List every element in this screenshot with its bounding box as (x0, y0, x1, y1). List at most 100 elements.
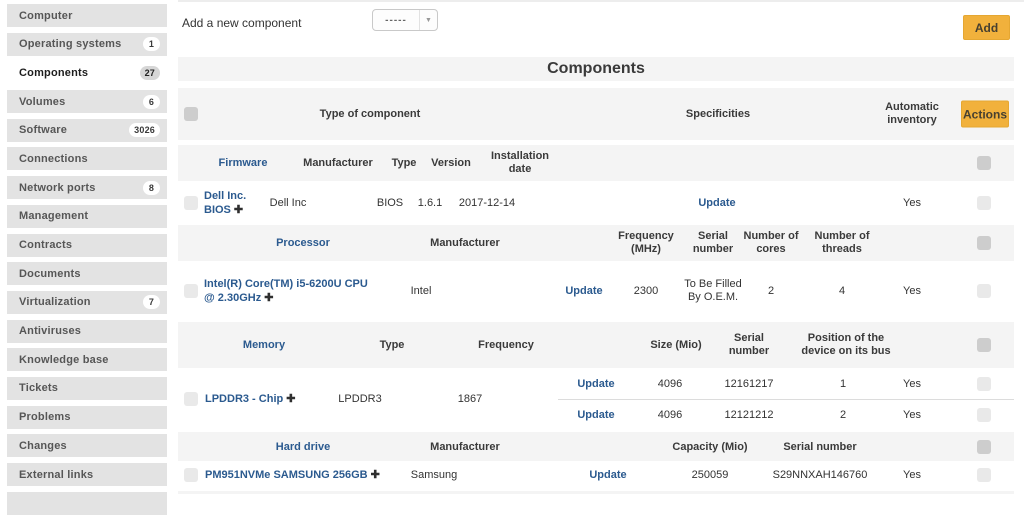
col-size-mio: Size (Mio) (650, 339, 702, 351)
cell-automatic-inventory: Yes (903, 377, 921, 390)
sidebar-item-contracts[interactable]: Contracts (7, 233, 167, 257)
sidebar-item-volumes[interactable]: Volumes 6 (7, 90, 167, 114)
count-badge: 6 (143, 94, 160, 109)
memory-section-link[interactable]: Memory (243, 339, 285, 351)
harddrive-section-link[interactable]: Hard drive (276, 441, 330, 453)
top-divider (178, 0, 1024, 2)
cell-serial-number: 12121212 (724, 408, 774, 421)
firmware-item-link[interactable]: Dell Inc. BIOS ✚ (204, 189, 246, 217)
col-position-on-bus: Position of the device on its bus (801, 332, 891, 357)
sidebar-item-virtualization[interactable]: Virtualization 7 (7, 290, 167, 314)
cell-size: 4096 (657, 377, 683, 390)
col-type-of-component: Type of component (319, 108, 421, 120)
update-link[interactable]: Update (565, 285, 602, 297)
count-badge: 3026 (129, 123, 160, 138)
row-select-checkbox[interactable] (977, 407, 991, 422)
col-version: Version (431, 157, 471, 169)
add-subcomponent-icon[interactable]: ✚ (264, 292, 273, 304)
sidebar-item-problems[interactable]: Problems (7, 405, 167, 429)
sidebar-item-components[interactable]: Components 27 (7, 61, 167, 85)
cell-serial-number: To Be Filled By O.E.M. (684, 277, 742, 303)
cell-automatic-inventory: Yes (903, 284, 921, 297)
col-specificities: Specificities (685, 108, 751, 120)
col-frequency: Frequency (478, 339, 534, 351)
col-manufacturer: Manufacturer (430, 440, 500, 453)
sidebar-item-knowledge-base[interactable]: Knowledge base (7, 348, 167, 372)
update-link[interactable]: Update (589, 469, 626, 481)
components-table: Components Type of component Specificiti… (178, 57, 1014, 494)
selected-value: ----- (385, 14, 407, 26)
col-type: Type (391, 157, 417, 169)
col-capacity-mio: Capacity (Mio) (672, 440, 748, 453)
cell-frequency: 2300 (633, 284, 659, 297)
sidebar-item-external-links[interactable]: External links (7, 463, 167, 486)
cell-capacity: 250059 (691, 469, 729, 481)
count-badge: 7 (143, 295, 160, 310)
cell-threads: 4 (838, 284, 846, 297)
processor-item-link[interactable]: Intel(R) Core(TM) i5-6200U CPU @ 2.30GHz… (204, 277, 368, 305)
sidebar: Computer Operating systems 1 Components … (7, 4, 167, 520)
main-header-row: Type of component Specificities Automati… (178, 88, 1014, 140)
update-link[interactable]: Update (698, 197, 735, 209)
cell-cores: 2 (767, 284, 775, 297)
cell-manufacturer: Dell Inc (269, 196, 307, 209)
col-frequency-mhz: Frequency (MHz) (618, 230, 674, 255)
update-link[interactable]: Update (577, 409, 614, 421)
sidebar-item-computer[interactable]: Computer (7, 4, 167, 27)
firmware-header-row: Firmware Manufacturer Type Version Insta… (178, 145, 1014, 181)
sidebar-item-connections[interactable]: Connections (7, 147, 167, 171)
row-select-checkbox[interactable] (184, 468, 198, 482)
update-link[interactable]: Update (577, 378, 614, 390)
sidebar-item-changes[interactable]: Changes (7, 434, 167, 458)
processor-row: Intel(R) Core(TM) i5-6200U CPU @ 2.30GHz… (178, 261, 1014, 320)
row-select-checkbox[interactable] (977, 283, 991, 298)
row-select-checkbox[interactable] (977, 468, 991, 482)
row-select-checkbox[interactable] (184, 283, 198, 298)
cell-automatic-inventory: Yes (903, 196, 921, 209)
sidebar-item-operating-systems[interactable]: Operating systems 1 (7, 32, 167, 56)
sidebar-item-documents[interactable]: Documents (7, 262, 167, 286)
col-number-of-threads: Number of threads (814, 230, 870, 255)
memory-row: LPDDR3 - Chip ✚ LPDDR3 1867 Update 4096 1… (178, 368, 1014, 430)
harddrive-row: PM951NVMe SAMSUNG 256GB ✚ Samsung Update … (178, 461, 1014, 489)
cell-manufacturer: Samsung (410, 469, 458, 481)
section-select-checkbox[interactable] (977, 156, 991, 170)
section-select-checkbox[interactable] (977, 236, 991, 250)
cell-installation-date: 2017-12-14 (458, 196, 516, 209)
col-serial-number: Serial number (692, 230, 734, 255)
row-select-checkbox[interactable] (184, 195, 198, 210)
count-badge: 8 (143, 180, 160, 195)
cell-position: 1 (839, 377, 847, 390)
section-select-checkbox[interactable] (977, 338, 991, 352)
memory-header-row: Memory Type Frequency Size (Mio) Serial … (178, 322, 1014, 368)
memory-subrow-1: Update 4096 12161217 1 Yes (178, 368, 1014, 399)
cell-automatic-inventory: Yes (903, 408, 921, 421)
harddrive-item-link[interactable]: PM951NVMe SAMSUNG 256GB ✚ (205, 468, 380, 482)
sidebar-item-network-ports[interactable]: Network ports 8 (7, 176, 167, 200)
sidebar-item-antiviruses[interactable]: Antiviruses (7, 319, 167, 343)
component-type-select[interactable]: ----- ▼ (372, 9, 438, 31)
actions-button[interactable]: Actions (961, 100, 1009, 128)
cell-size: 4096 (657, 408, 683, 421)
section-select-checkbox[interactable] (977, 439, 991, 454)
row-select-checkbox[interactable] (977, 195, 991, 210)
row-select-checkbox[interactable] (977, 376, 991, 391)
select-all-checkbox[interactable] (184, 107, 198, 121)
col-serial-number: Serial number (728, 332, 770, 357)
col-type: Type (379, 339, 405, 351)
count-badge: 27 (139, 65, 160, 80)
col-manufacturer: Manufacturer (430, 237, 500, 249)
sidebar-item-partial[interactable] (7, 491, 167, 515)
sidebar-item-software[interactable]: Software 3026 (7, 118, 167, 142)
add-subcomponent-icon[interactable]: ✚ (234, 204, 243, 216)
add-button[interactable]: Add (963, 15, 1010, 40)
cell-automatic-inventory: Yes (903, 469, 921, 481)
memory-subrow-2: Update 4096 12121212 2 Yes (178, 399, 1014, 430)
sidebar-item-tickets[interactable]: Tickets (7, 376, 167, 400)
col-manufacturer: Manufacturer (303, 157, 373, 169)
sidebar-item-management[interactable]: Management (7, 204, 167, 228)
col-serial-number: Serial number (783, 440, 857, 453)
processor-section-link[interactable]: Processor (276, 237, 330, 249)
firmware-section-link[interactable]: Firmware (219, 157, 268, 169)
add-subcomponent-icon[interactable]: ✚ (371, 469, 380, 481)
